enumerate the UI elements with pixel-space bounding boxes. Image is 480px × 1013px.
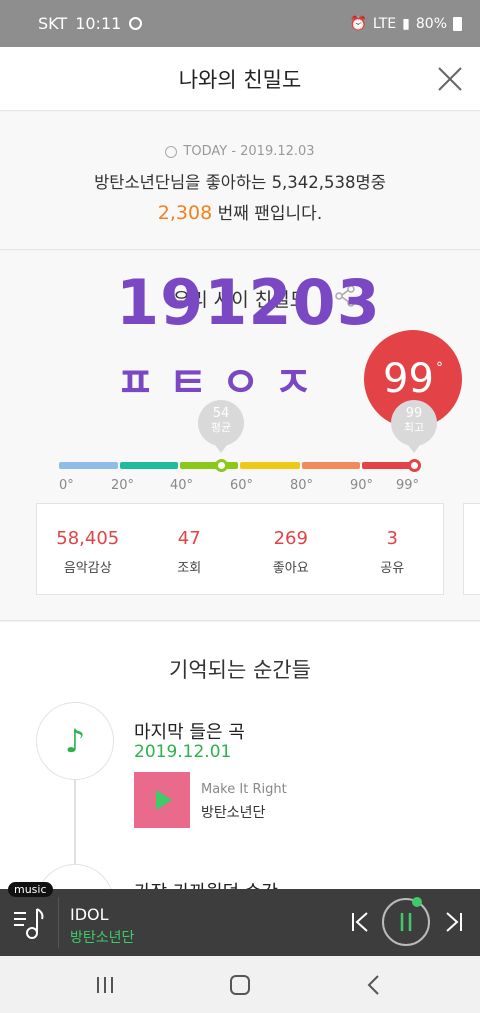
average-label: 평균 <box>210 420 232 434</box>
play-icon <box>156 790 172 810</box>
memories-title: 기억되는 순간들 <box>169 658 311 682</box>
next-icon[interactable] <box>444 911 464 933</box>
gauge-tick-label: 0° <box>59 478 74 493</box>
music-note-icon: ♪ <box>36 702 114 780</box>
stat-label: 공유 <box>380 561 405 576</box>
pause-icon <box>400 913 412 931</box>
track-title[interactable]: IDOL <box>70 905 109 924</box>
gauge-segment <box>362 462 413 469</box>
stat-cell: 269 좋아요 <box>240 504 342 594</box>
stats-card: 58,405 음악감상 47 조회 269 좋아요 3 공유 <box>36 503 444 595</box>
network-label: LTE <box>372 15 397 32</box>
gauge-tick-label: 40° <box>170 478 194 493</box>
close-icon[interactable] <box>436 65 464 93</box>
track-artist[interactable]: 방탄소년단 <box>70 927 134 947</box>
playlist-icon[interactable] <box>12 905 48 941</box>
memory-date: 2019.12.01 <box>134 742 232 762</box>
carrier: SKT <box>38 14 68 33</box>
gauge-segment <box>180 462 238 469</box>
memory-title: 마지막 들은 곡 <box>134 722 245 743</box>
today-date: TODAY - 2019.12.03 <box>183 144 315 159</box>
battery-text: 80% <box>415 15 447 32</box>
playing-indicator <box>412 897 422 907</box>
player-divider <box>58 897 59 948</box>
system-navbar <box>0 957 480 1013</box>
status-bar: SKT 10:11 ⏰ LTE ▮ 80% <box>0 0 480 47</box>
header: 나와의 친밀도 <box>0 47 480 111</box>
gauge-tick-label: 90° <box>350 478 374 493</box>
gauge-segment <box>240 462 300 469</box>
back-icon[interactable] <box>362 973 386 997</box>
fan-rank: 2,308 <box>157 202 213 224</box>
gauge-tick-label: 99° <box>396 478 420 493</box>
page-title: 나와의 친밀도 <box>178 67 302 92</box>
stat-cell: 58,405 음악감상 <box>37 504 139 594</box>
album-art[interactable] <box>134 772 190 828</box>
recent-apps-icon[interactable] <box>93 973 117 997</box>
overlay-date: 191203 <box>116 266 381 339</box>
stats-card-next[interactable] <box>463 503 480 595</box>
battery-icon <box>453 16 462 31</box>
max-label: 최고 <box>403 420 425 434</box>
today-section: TODAY - 2019.12.03 방탄소년단님을 좋아하는 5,342,53… <box>0 112 480 250</box>
gauge-segment <box>120 462 178 469</box>
score-unit: ° <box>435 360 443 376</box>
average-marker <box>215 459 228 472</box>
alarm-icon: ⏰ <box>349 15 367 32</box>
average-bubble: 54 평균 <box>198 400 244 453</box>
fan-rank-suffix: 번째 팬입니다. <box>212 204 323 224</box>
closeness-gauge <box>59 462 417 469</box>
signal-icon: ▮ <box>402 15 410 32</box>
gauge-tick-label: 20° <box>111 478 135 493</box>
stat-value: 3 <box>386 528 398 549</box>
stat-value: 58,405 <box>56 528 120 549</box>
music-tag: music <box>8 882 53 897</box>
score-value: 99 <box>383 356 434 402</box>
stat-value: 47 <box>177 528 201 549</box>
current-marker <box>408 459 421 472</box>
memories-section: 기억되는 순간들 ♪ 마지막 들은 곡 2019.12.01 Make It R… <box>0 622 480 942</box>
stat-value: 269 <box>273 528 308 549</box>
stat-label: 조회 <box>177 561 202 576</box>
fan-count-text: 방탄소년단님을 좋아하는 5,342,538명중 <box>94 173 386 192</box>
song-title[interactable]: Make It Right <box>201 782 287 797</box>
status-time: 10:11 <box>75 14 122 33</box>
fan-rank-text: 2,308 번째 팬입니다. <box>0 199 480 224</box>
gauge-segment <box>302 462 360 469</box>
song-artist[interactable]: 방탄소년단 <box>201 802 265 822</box>
gauge-tick-label: 80° <box>290 478 314 493</box>
average-value: 54 <box>212 406 230 421</box>
stat-cell: 3 공유 <box>342 504 444 594</box>
gauge-tick-label: 60° <box>230 478 254 493</box>
overlay-sub: ㅍㅌㅇㅈ <box>116 358 327 407</box>
mini-player[interactable]: IDOL 방탄소년단 <box>0 889 480 956</box>
stat-label: 음악감상 <box>63 561 112 576</box>
previous-icon[interactable] <box>350 911 370 933</box>
max-value: 99 <box>405 406 423 421</box>
clock-icon <box>165 145 178 158</box>
pause-button[interactable] <box>382 898 430 946</box>
gauge-segment <box>59 462 118 469</box>
notification-icon <box>129 17 143 30</box>
home-icon[interactable] <box>228 973 252 997</box>
max-bubble: 99 최고 <box>391 400 437 453</box>
stat-label: 좋아요 <box>272 561 309 576</box>
stat-cell: 47 조회 <box>139 504 241 594</box>
